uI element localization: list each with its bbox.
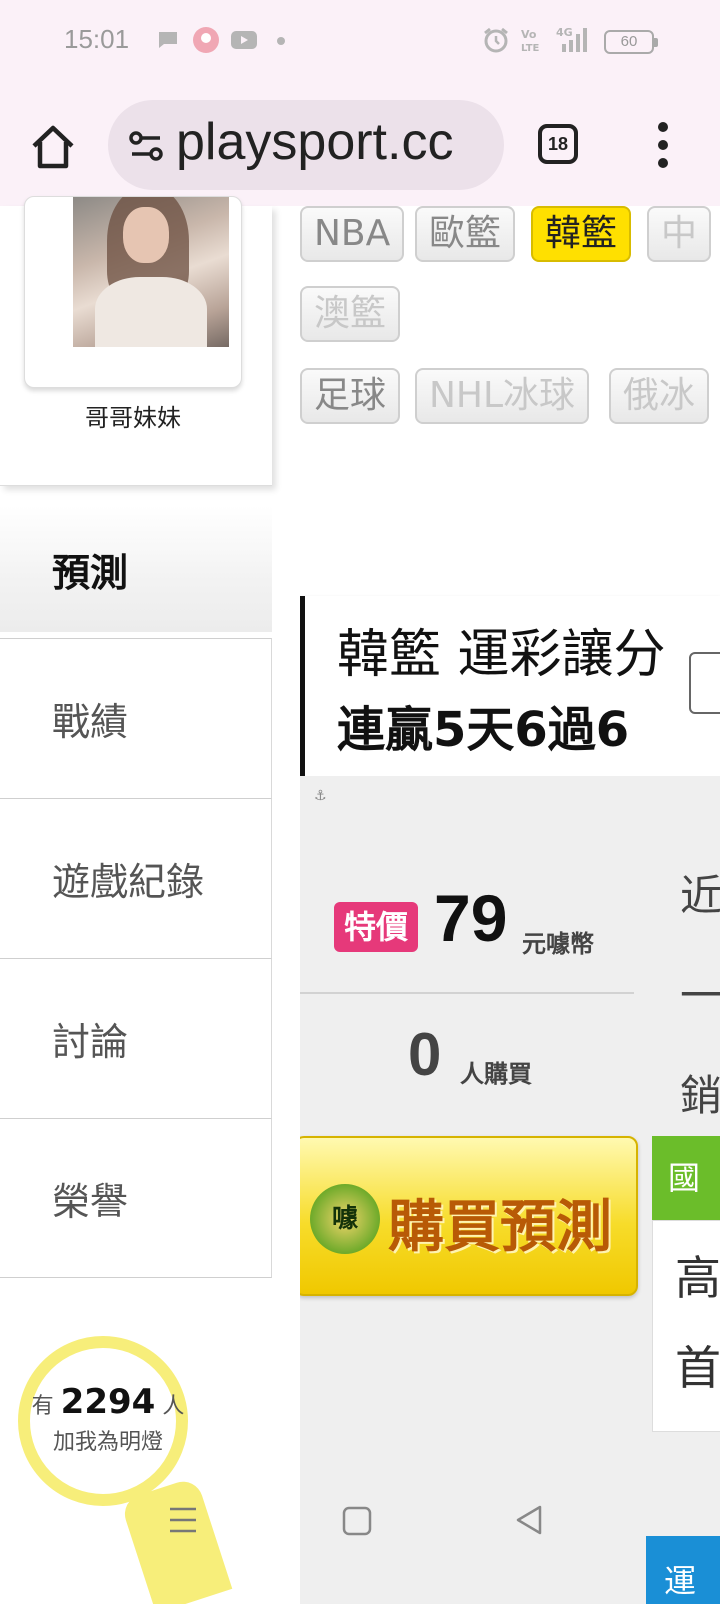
sport-tag[interactable]: 運 <box>646 1536 720 1604</box>
sidebar: 哥哥妹妹 預測 戰績 遊戲紀錄 討論 榮譽 有 2294 人 加我為明燈 <box>0 196 272 1604</box>
league-chip-nhl[interactable]: NHL冰球 <box>415 368 590 424</box>
sidebar-item-label: 討論 <box>52 1020 129 1064</box>
prediction-streak: 連贏5天6過6 <box>337 702 630 758</box>
url-text[interactable]: playsport.cc <box>176 112 453 172</box>
sidebar-item-label: 預測 <box>52 551 129 595</box>
avatar-frame <box>24 196 242 388</box>
special-price-badge: 特價 <box>334 902 418 952</box>
fans-badge[interactable]: 有 2294 人 加我為明燈 <box>18 1336 233 1604</box>
side-stats: 近 一 銷 <box>680 871 720 1120</box>
browser-toolbar: playsport.cc 18 <box>0 84 720 206</box>
buyer-count: 0 <box>408 1021 442 1088</box>
svg-text:4G: 4G <box>556 26 573 39</box>
league-chip-korea-basketball[interactable]: 韓籃 <box>531 206 632 262</box>
prediction-title: 韓籃 運彩讓分 <box>337 625 666 685</box>
home-icon[interactable] <box>28 122 78 172</box>
fans-count: 2294 <box>60 1382 156 1422</box>
sidebar-item-game-log[interactable]: 遊戲紀錄 <box>0 798 272 958</box>
battery-icon: 60 <box>604 30 658 54</box>
purchase-panel: ⚓ 特價 79 元噱幣 0 人購買 近 一 銷 噱 購買預測 國 高 首 運 <box>300 776 720 1604</box>
buyer-unit: 人購買 <box>460 1060 532 1088</box>
chat-bubble-icon <box>159 32 177 48</box>
app-badge-icon <box>193 27 219 53</box>
buy-button-label: 購買預測 <box>388 1195 612 1260</box>
sidebar-item-label: 榮譽 <box>52 1180 129 1224</box>
svg-text:Vo: Vo <box>521 28 537 41</box>
category-tag[interactable]: 國 <box>652 1136 720 1220</box>
price-value: 79 <box>434 881 508 955</box>
address-bar[interactable]: playsport.cc <box>108 100 504 190</box>
sidebar-item-label: 戰績 <box>52 700 129 744</box>
signal-4g-icon: 4G <box>556 26 587 52</box>
league-chip-khl[interactable]: 俄冰 <box>609 368 710 424</box>
pin-icon: ⚓ <box>314 788 327 804</box>
site-settings-icon[interactable] <box>126 126 166 166</box>
back-icon[interactable] <box>514 1504 544 1536</box>
league-chip-euro-basketball[interactable]: 歐籃 <box>415 206 516 262</box>
sidebar-item-predict[interactable]: 預測 <box>0 506 272 632</box>
profile-card: 哥哥妹妹 <box>0 196 272 486</box>
sidebar-item-record[interactable]: 戰績 <box>0 638 272 798</box>
league-chip-soccer[interactable]: 足球 <box>300 368 401 424</box>
recent-apps-icon[interactable] <box>342 1506 372 1536</box>
menu-icon[interactable] <box>168 1506 198 1534</box>
status-bar: 15:01 Vo LTE 4G 60 <box>0 0 720 84</box>
status-time: 15:01 <box>64 24 130 54</box>
svg-text:LTE: LTE <box>521 43 540 54</box>
info-card[interactable]: 高 首 <box>652 1220 720 1432</box>
league-chip-nba[interactable]: NBA <box>300 206 405 262</box>
overflow-menu-icon[interactable] <box>650 122 680 172</box>
buy-prediction-button[interactable]: 噱 購買預測 <box>300 1136 638 1296</box>
coin-icon: 噱 <box>310 1184 380 1254</box>
alarm-icon <box>484 27 508 53</box>
tab-switcher-icon[interactable]: 18 <box>538 124 578 164</box>
league-chip-aus-basketball[interactable]: 澳籃 <box>300 286 401 342</box>
avatar[interactable] <box>73 197 229 347</box>
side-toggle[interactable] <box>689 652 720 714</box>
youtube-icon <box>231 31 257 49</box>
main-content: NBA 歐籃 韓籃 中 澳籃 足球 NHL冰球 俄冰 韓籃 運彩讓分 連贏5天6… <box>300 206 720 1604</box>
prediction-title-block: 韓籃 運彩讓分 連贏5天6過6 <box>300 596 720 776</box>
sidebar-item-discussion[interactable]: 討論 <box>0 958 272 1118</box>
league-chip-china-basketball[interactable]: 中 <box>647 206 712 262</box>
sidebar-item-honor[interactable]: 榮譽 <box>0 1118 272 1278</box>
price-unit: 元噱幣 <box>522 930 594 958</box>
sidebar-item-label: 遊戲紀錄 <box>52 860 205 904</box>
volte-icon: Vo LTE <box>521 28 540 54</box>
profile-name[interactable]: 哥哥妹妹 <box>0 398 266 433</box>
divider <box>300 992 634 994</box>
dot-icon <box>277 37 285 45</box>
fans-count-text: 有 2294 人 加我為明燈 <box>31 1382 185 1455</box>
